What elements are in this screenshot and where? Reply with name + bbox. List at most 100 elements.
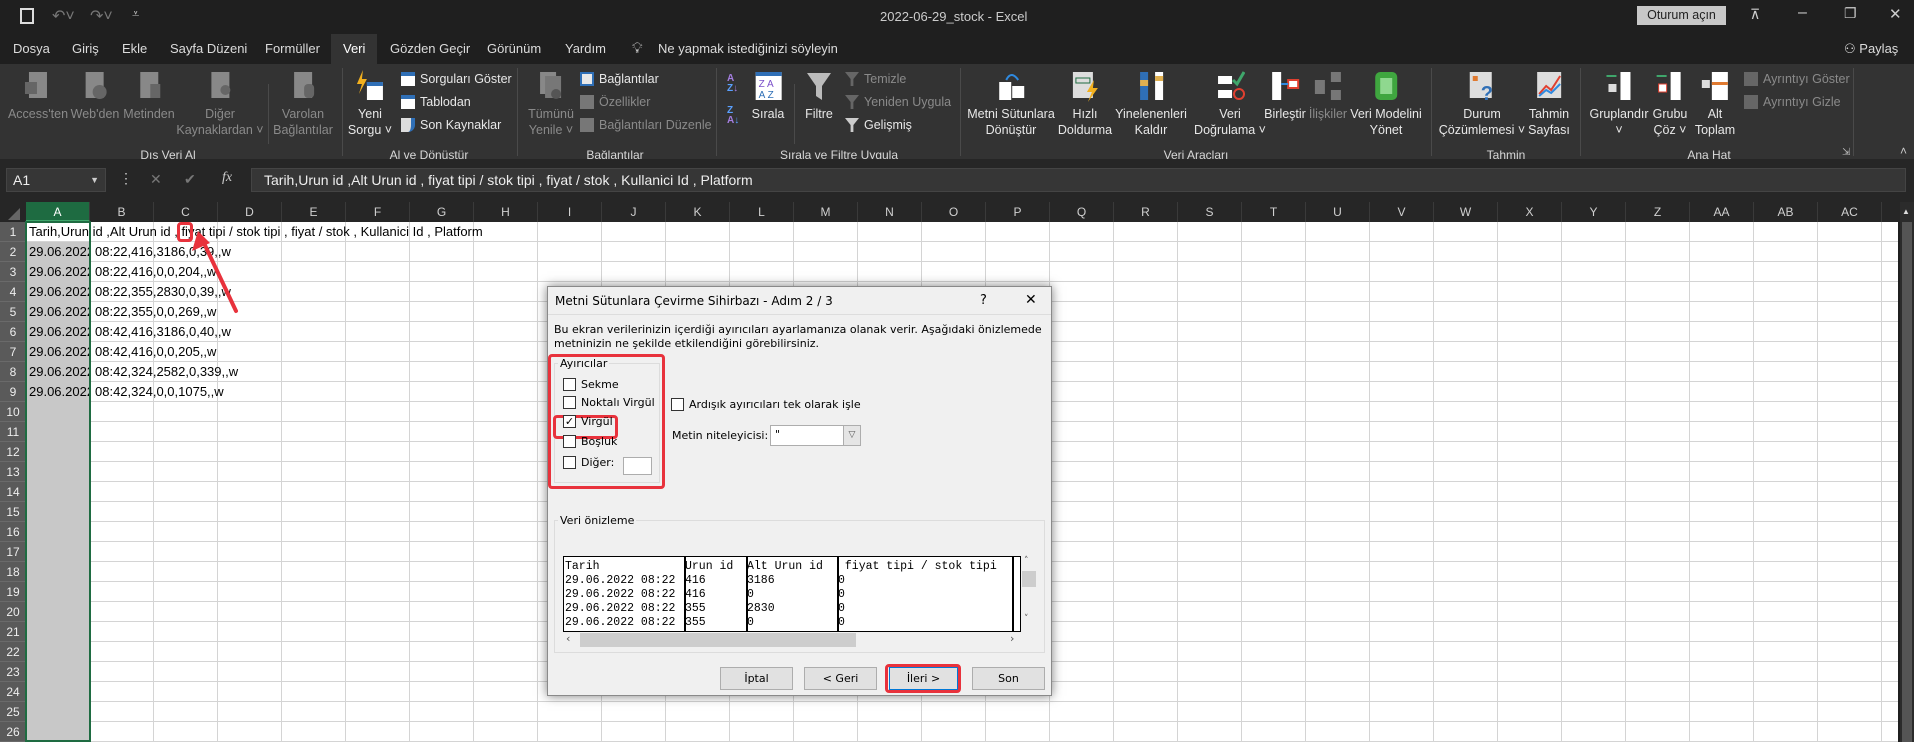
column-header-m[interactable]: M: [794, 202, 858, 222]
cell-b[interactable]: 08:42,324,0,0,1075,,w: [92, 382, 392, 402]
row-header[interactable]: 9: [0, 382, 26, 402]
cancel-icon[interactable]: ✕: [150, 171, 162, 188]
sort-descending-button[interactable]: Z A↓: [727, 106, 739, 126]
restore-icon[interactable]: ❐: [1844, 5, 1857, 22]
subtotal-button[interactable]: Alt Toplam: [1695, 70, 1735, 138]
row-header[interactable]: 16: [0, 522, 26, 542]
data-preview[interactable]: Tarih Urun id Alt Urun id fiyat tipi / sto…: [563, 556, 1021, 632]
column-header-ac[interactable]: AC: [1818, 202, 1882, 222]
filter-button[interactable]: Filtre: [804, 70, 834, 122]
column-header-c[interactable]: C: [154, 202, 218, 222]
group-button[interactable]: Gruplandır ˅: [1589, 70, 1649, 138]
row-header[interactable]: 24: [0, 682, 26, 702]
redo-icon[interactable]: ↷˅: [90, 6, 113, 26]
existing-connections-button[interactable]: Varolan Bağlantılar: [273, 70, 333, 138]
row-header[interactable]: 14: [0, 482, 26, 502]
text-qualifier-select[interactable]: " ▽: [770, 425, 861, 446]
back-button[interactable]: < Geri: [804, 667, 877, 690]
remove-duplicates-button[interactable]: Yinelenenleri Kaldır: [1115, 70, 1187, 138]
customize-toolbar-icon[interactable]: ⩡: [132, 6, 139, 22]
cell-b[interactable]: 08:42,324,2582,0,339,,w: [92, 362, 392, 382]
delimiter-checkbox[interactable]: [563, 378, 576, 391]
tab-veri[interactable]: Veri: [331, 34, 378, 64]
chevron-down-icon[interactable]: ▼: [90, 169, 99, 191]
tab-ekle[interactable]: Ekle: [122, 34, 147, 64]
column-header-v[interactable]: V: [1370, 202, 1434, 222]
row-header[interactable]: 19: [0, 582, 26, 602]
row-header[interactable]: 10: [0, 402, 26, 422]
row-header[interactable]: 6: [0, 322, 26, 342]
undo-icon[interactable]: ↶˅: [52, 6, 75, 26]
tab-yardim[interactable]: Yardım: [565, 34, 606, 64]
show-queries-button[interactable]: Sorguları Göster: [401, 69, 512, 89]
column-header-x[interactable]: X: [1498, 202, 1562, 222]
reapply-button[interactable]: Yeniden Uygula: [845, 92, 951, 112]
select-all-button[interactable]: [8, 208, 20, 220]
column-header-aa[interactable]: AA: [1690, 202, 1754, 222]
row-header[interactable]: 22: [0, 642, 26, 662]
row-header[interactable]: 8: [0, 362, 26, 382]
column-header-d[interactable]: D: [218, 202, 282, 222]
save-icon[interactable]: [20, 8, 34, 24]
column-header-e[interactable]: E: [282, 202, 346, 222]
from-web-button[interactable]: Web'den: [71, 70, 119, 122]
refresh-all-button[interactable]: Tümünü Yenile ˅: [528, 70, 574, 138]
tab-dosya[interactable]: Dosya: [13, 34, 50, 64]
column-header-p[interactable]: P: [986, 202, 1050, 222]
close-icon[interactable]: ✕: [1889, 5, 1902, 23]
column-header-y[interactable]: Y: [1562, 202, 1626, 222]
cell-b[interactable]: 08:42,416,0,0,205,,w: [92, 342, 392, 362]
row-header[interactable]: 18: [0, 562, 26, 582]
edit-links-button[interactable]: Bağlantıları Düzenle: [580, 115, 712, 135]
row-header[interactable]: 26: [0, 722, 26, 742]
other-sources-button[interactable]: Diğer Kaynaklardan ˅: [176, 70, 264, 138]
advanced-filter-button[interactable]: Gelişmiş: [845, 115, 912, 135]
row-header[interactable]: 15: [0, 502, 26, 522]
column-header-a[interactable]: A: [26, 202, 90, 222]
row-header[interactable]: 4: [0, 282, 26, 302]
row-header[interactable]: 23: [0, 662, 26, 682]
delimiter-checkbox[interactable]: [563, 435, 576, 448]
flash-fill-button[interactable]: Hızlı Doldurma: [1058, 70, 1112, 138]
relationships-button[interactable]: İlişkiler: [1309, 70, 1347, 122]
dialog-launcher-icon[interactable]: ⇲: [1842, 147, 1850, 158]
column-header-w[interactable]: W: [1434, 202, 1498, 222]
share-button[interactable]: ⚇ Paylaş: [1844, 34, 1898, 64]
scroll-down-icon[interactable]: ˅: [1024, 614, 1029, 624]
row-header[interactable]: 5: [0, 302, 26, 322]
row-header[interactable]: 17: [0, 542, 26, 562]
tab-sayfa-duzeni[interactable]: Sayfa Düzeni: [170, 34, 247, 64]
ungroup-button[interactable]: Grubu Çöz ˅: [1653, 70, 1687, 138]
row-header[interactable]: 2: [0, 242, 26, 262]
scroll-up-icon[interactable]: ▲: [1902, 207, 1910, 216]
delimiter-checkbox[interactable]: [563, 456, 576, 469]
from-access-button[interactable]: Access'ten: [8, 70, 68, 122]
column-header-t[interactable]: T: [1242, 202, 1306, 222]
row-header[interactable]: 21: [0, 622, 26, 642]
forecast-sheet-button[interactable]: Tahmin Sayfası: [1528, 70, 1570, 138]
sort-ascending-button[interactable]: A Z↓: [727, 74, 738, 94]
sort-button[interactable]: Z AA Z Sırala: [752, 70, 784, 122]
scroll-right-icon[interactable]: ›: [1010, 632, 1014, 645]
formula-input[interactable]: Tarih,Urun id ,Alt Urun id , fiyat tipi …: [251, 168, 1906, 192]
hide-detail-button[interactable]: Ayrıntıyı Gizle: [1744, 92, 1841, 112]
column-header-n[interactable]: N: [858, 202, 922, 222]
row-header[interactable]: 20: [0, 602, 26, 622]
column-header-j[interactable]: J: [602, 202, 666, 222]
column-header-b[interactable]: B: [90, 202, 154, 222]
enter-icon[interactable]: ✔: [184, 171, 196, 188]
properties-button[interactable]: Özellikler: [580, 92, 650, 112]
close-button[interactable]: ✕: [1025, 292, 1037, 308]
row-header[interactable]: 11: [0, 422, 26, 442]
clear-filter-button[interactable]: Temizle: [845, 69, 906, 89]
column-header-s[interactable]: S: [1178, 202, 1242, 222]
tab-gozden-gecir[interactable]: Gözden Geçir: [390, 34, 470, 64]
tell-me-search[interactable]: Ne yapmak istediğinizi söyleyin: [658, 34, 838, 64]
column-header-g[interactable]: G: [410, 202, 474, 222]
text-to-columns-button[interactable]: Metni Sütunlara Dönüştür: [967, 70, 1055, 138]
row-header[interactable]: 12: [0, 442, 26, 462]
scroll-up-icon[interactable]: ˄: [1024, 556, 1029, 566]
finish-button[interactable]: Son: [972, 667, 1045, 690]
column-header-u[interactable]: U: [1306, 202, 1370, 222]
row-header[interactable]: 25: [0, 702, 26, 722]
